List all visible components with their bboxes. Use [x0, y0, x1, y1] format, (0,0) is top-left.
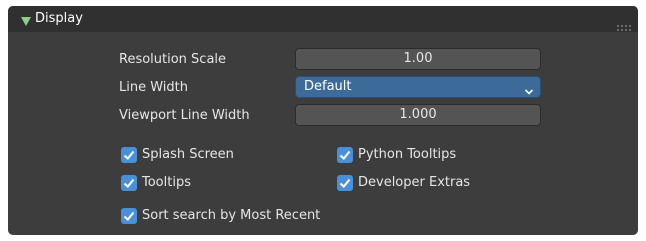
tooltips-label[interactable]: Tooltips [142, 175, 191, 191]
panel-header[interactable]: Display [8, 6, 638, 32]
developer-extras-checkbox[interactable] [337, 175, 353, 191]
python-tooltips-checkbox[interactable] [337, 147, 353, 163]
resolution-scale-label: Resolution Scale [119, 52, 227, 67]
line-width-dropdown[interactable]: Default [295, 76, 541, 98]
panel-title: Display [35, 11, 83, 26]
tooltips-checkbox[interactable] [121, 175, 137, 191]
triangle-down-icon[interactable] [21, 12, 31, 26]
splash-screen-checkbox[interactable] [121, 147, 137, 163]
line-width-label: Line Width [119, 80, 188, 95]
drag-handle-icon[interactable] [617, 16, 631, 31]
developer-extras-label[interactable]: Developer Extras [358, 175, 470, 191]
line-width-value: Default [304, 79, 352, 94]
sort-search-label[interactable]: Sort search by Most Recent [142, 208, 320, 224]
viewport-line-width-label: Viewport Line Width [119, 108, 250, 123]
chevron-down-icon [524, 83, 534, 95]
sort-search-checkbox[interactable] [121, 208, 137, 224]
display-panel: Display Resolution Scale 1.00 Line Width… [8, 6, 638, 235]
resolution-scale-field[interactable]: 1.00 [295, 48, 541, 70]
splash-screen-label[interactable]: Splash Screen [142, 147, 234, 163]
python-tooltips-label[interactable]: Python Tooltips [358, 147, 456, 163]
viewport-line-width-field[interactable]: 1.000 [295, 104, 541, 126]
